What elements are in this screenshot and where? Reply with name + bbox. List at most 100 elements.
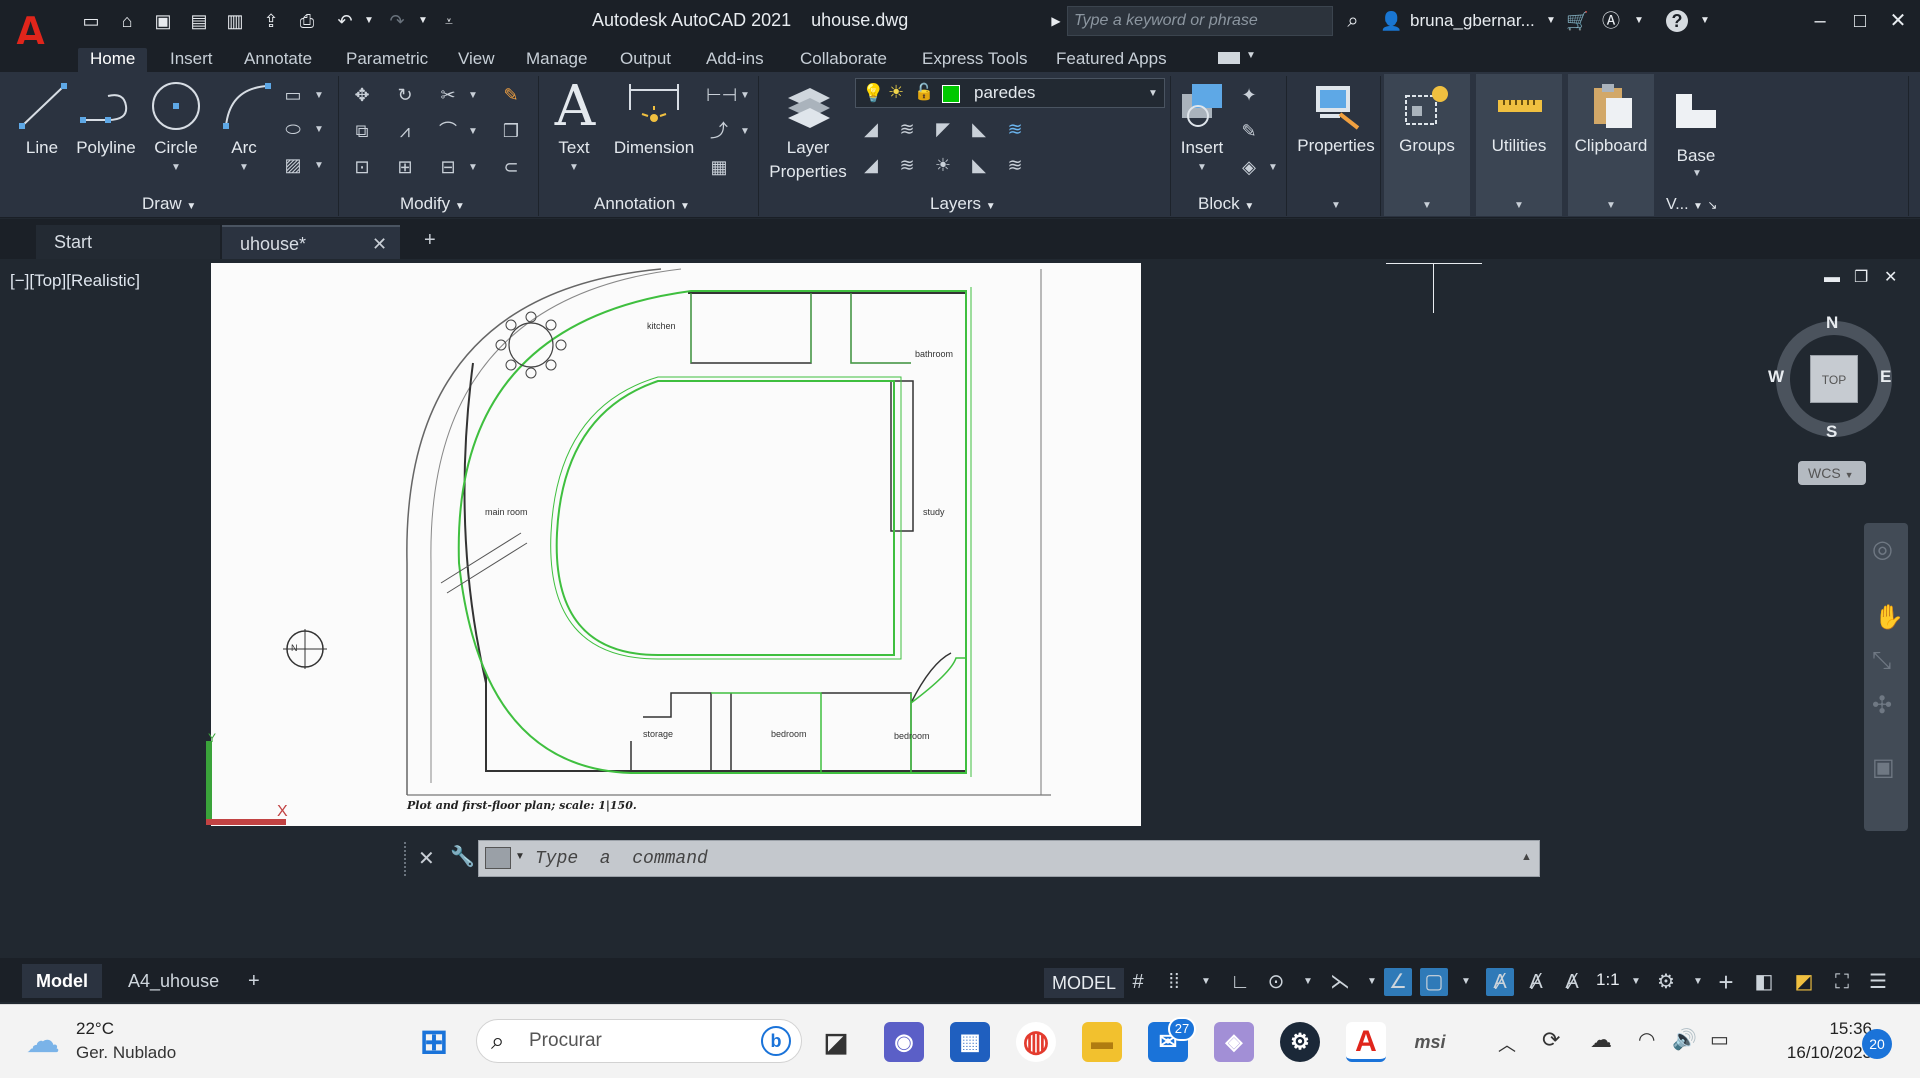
tab-output[interactable]: Output (608, 48, 683, 72)
volume-icon[interactable]: 🔊 (1672, 1027, 1697, 1052)
workspace-gear-icon[interactable]: ⚙ (1652, 968, 1680, 996)
microsoft-store-icon[interactable]: ▦ (950, 1022, 990, 1062)
clipboard-icon[interactable] (1586, 80, 1638, 132)
workspace-dropdown-icon[interactable]: ▼ (1684, 968, 1712, 996)
move-icon[interactable]: ✥ (349, 82, 375, 108)
scale-icon[interactable]: ⊞ (392, 154, 418, 180)
base-dropdown-icon[interactable]: ▼ (1692, 168, 1702, 179)
showmotion-icon[interactable]: ▣ (1872, 753, 1895, 782)
utilities-dropdown-icon[interactable]: ▼ (1514, 200, 1524, 211)
viewport-restore-icon[interactable]: ❐ (1854, 267, 1868, 287)
layer-tool-2-icon[interactable]: ≋ (894, 116, 920, 142)
leader-dropdown-icon[interactable]: ▼ (740, 126, 750, 137)
fillet-icon[interactable]: ⌒ (435, 118, 461, 144)
isodraft-dropdown-icon[interactable]: ▼ (1358, 968, 1386, 996)
ellipse-icon[interactable]: ⬭ (280, 116, 306, 142)
layer-tool-9-icon[interactable]: ◣ (966, 152, 992, 178)
layer-thaw-icon[interactable]: ☀ (888, 82, 904, 103)
rectangle-dropdown-icon[interactable]: ▼ (314, 90, 324, 101)
clipboard-button[interactable]: Clipboard (1566, 136, 1656, 156)
array-icon[interactable]: ⊟ (435, 154, 461, 180)
cart-icon[interactable]: 🛒 (1566, 10, 1588, 32)
pan-icon[interactable]: ✋ (1874, 603, 1904, 632)
tab-layout-a4-uhouse[interactable]: A4_uhouse (114, 964, 233, 998)
rectangle-icon[interactable]: ▭ (280, 82, 306, 108)
help-search-input[interactable] (1068, 7, 1332, 35)
view-panel-title[interactable]: V... ▼ ↘ (1666, 196, 1717, 214)
steering-wheel-icon[interactable]: ◎ (1872, 535, 1893, 564)
annotation-panel-title[interactable]: Annotation ▼ (594, 194, 690, 214)
undo-dropdown-icon[interactable]: ▼ (358, 10, 380, 32)
weather-temperature[interactable]: 22°C (76, 1019, 114, 1039)
zoom-extents-icon[interactable]: ⤡ (1872, 647, 1891, 675)
copy-icon[interactable]: ⧉ (349, 118, 375, 144)
dimension-button[interactable]: Dimension (610, 138, 698, 158)
viewcube-south[interactable]: S (1826, 422, 1837, 442)
layer-dropdown[interactable]: 💡 ☀ 🔓 paredes ▼ (855, 78, 1165, 108)
task-view-icon[interactable]: ◪ (816, 1022, 856, 1062)
file-explorer-icon[interactable]: ▬ (1082, 1022, 1122, 1062)
user-icon[interactable]: 👤 (1380, 10, 1402, 32)
groups-button[interactable]: Groups (1386, 136, 1468, 156)
command-history-dropdown-icon[interactable]: ▼ (515, 851, 525, 862)
help-search[interactable] (1067, 6, 1333, 36)
customization-menu-icon[interactable]: ☰ (1864, 968, 1892, 996)
utilities-icon[interactable] (1494, 86, 1546, 126)
hardware-acceleration-icon[interactable]: ◩ (1790, 968, 1818, 996)
layer-tool-7-icon[interactable]: ≋ (894, 152, 920, 178)
share-icon[interactable]: ⇪ (260, 10, 282, 32)
line-icon[interactable] (18, 80, 70, 132)
layer-tool-3-icon[interactable]: ◤ (930, 116, 956, 142)
weather-cloud-icon[interactable]: ☁ (26, 1021, 60, 1061)
annotation-visibility-icon[interactable]: Ⱥ (1486, 968, 1514, 996)
search-expand-icon[interactable]: ▶ (1045, 10, 1067, 32)
isolate-objects-icon[interactable]: ◧ (1750, 968, 1778, 996)
msi-icon[interactable]: msi (1410, 1022, 1450, 1062)
properties-button[interactable]: Properties (1292, 136, 1380, 156)
sync-icon[interactable]: ⟳ (1542, 1027, 1560, 1053)
new-tab-button[interactable]: + (424, 229, 436, 252)
floor-plan-image[interactable]: kitchen bathroom main room study storage… (211, 263, 1141, 826)
stretch-icon[interactable]: ⊡ (349, 154, 375, 180)
viewcube-north[interactable]: N (1826, 313, 1838, 333)
rotate-icon[interactable]: ↻ (392, 82, 418, 108)
ribbon-options-dropdown-icon[interactable]: ▼ (1246, 50, 1256, 61)
close-icon[interactable]: ✕ (1882, 6, 1914, 36)
insert-button[interactable]: Insert (1176, 138, 1228, 158)
block-panel-title[interactable]: Block ▼ (1198, 194, 1254, 214)
ellipse-dropdown-icon[interactable]: ▼ (314, 124, 324, 135)
tab-insert[interactable]: Insert (158, 48, 225, 72)
command-input[interactable] (535, 841, 1525, 876)
taskbar-search[interactable]: ⌕ b (476, 1019, 802, 1063)
tab-featured-apps[interactable]: Featured Apps (1044, 48, 1179, 72)
tab-model[interactable]: Model (22, 964, 102, 998)
erase-icon[interactable]: ✎ (498, 82, 524, 108)
viewcube-west[interactable]: W (1768, 367, 1784, 387)
scale-dropdown-icon[interactable]: ▼ (1622, 968, 1650, 996)
edit-block-icon[interactable]: ✎ (1236, 118, 1262, 144)
object-snap-dropdown-icon[interactable]: ▼ (1452, 968, 1480, 996)
properties-dropdown-icon[interactable]: ▼ (1331, 200, 1341, 211)
polyline-icon[interactable] (78, 80, 134, 132)
groups-icon[interactable] (1400, 80, 1452, 132)
layer-properties-icon[interactable] (780, 80, 836, 132)
autocad-taskbar-icon[interactable]: A (1346, 1022, 1386, 1062)
layer-unlock-icon[interactable]: 🔓 (914, 82, 934, 102)
windows-start-icon[interactable]: ⊞ (414, 1022, 454, 1062)
save-icon[interactable]: ▣ (152, 10, 174, 32)
attribute-icon[interactable]: ◈ (1236, 154, 1262, 180)
modify-panel-title[interactable]: Modify ▼ (400, 194, 465, 214)
insert-block-icon[interactable] (1176, 80, 1228, 132)
search-icon[interactable]: ⌕ (1342, 10, 1364, 32)
table-icon[interactable]: ▦ (706, 154, 732, 180)
snap-mode-icon[interactable]: ⁞⁞ (1160, 968, 1188, 996)
redo-dropdown-icon[interactable]: ▼ (412, 10, 434, 32)
linear-dim-dropdown-icon[interactable]: ▼ (740, 90, 750, 101)
autoscale-icon[interactable]: Ⱥ (1522, 968, 1550, 996)
leader-icon[interactable]: ⤴ (706, 118, 732, 144)
close-tab-icon[interactable]: ✕ (372, 227, 387, 261)
linear-dim-icon[interactable]: ⊢⊣ (706, 82, 737, 108)
isodraft-icon[interactable]: ⋋ (1326, 968, 1354, 996)
command-line-grip[interactable] (404, 842, 410, 876)
utilities-button[interactable]: Utilities (1478, 136, 1560, 156)
